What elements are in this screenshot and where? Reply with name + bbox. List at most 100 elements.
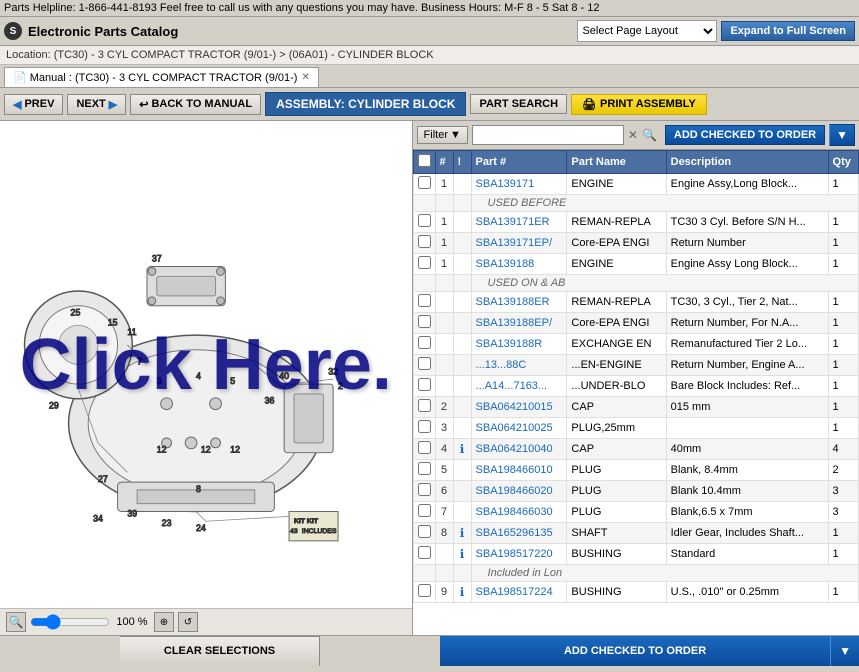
row-cb[interactable] — [413, 418, 435, 439]
row-checkbox[interactable] — [418, 546, 431, 559]
row-cb[interactable] — [413, 334, 435, 355]
part-number-link[interactable]: SBA139188EP/ — [476, 317, 552, 329]
part-search-button[interactable]: PART SEARCH — [470, 94, 567, 114]
row-checkbox[interactable] — [418, 256, 431, 269]
row-cb[interactable] — [413, 355, 435, 376]
row-part[interactable]: SBA064210040 — [471, 439, 567, 460]
row-checkbox[interactable] — [418, 462, 431, 475]
filter-search-icon[interactable]: 🔍 — [642, 128, 657, 142]
back-to-manual-button[interactable]: ↩ BACK TO MANUAL — [130, 94, 261, 115]
row-cb[interactable] — [413, 439, 435, 460]
row-cb[interactable] — [413, 233, 435, 254]
click-here-overlay[interactable]: Click Here. — [20, 324, 392, 406]
part-number-link[interactable]: SBA139188R — [476, 338, 543, 350]
row-cb[interactable] — [413, 544, 435, 565]
zoom-out-button[interactable]: 🔍 — [6, 612, 26, 632]
row-part[interactable]: SBA198517224 — [471, 582, 567, 603]
row-info[interactable]: ℹ — [453, 582, 471, 603]
info-icon[interactable]: ℹ — [460, 585, 465, 599]
parts-table-container[interactable]: # ! Part # Part Name Description Qty 1 S… — [413, 150, 859, 635]
part-number-link[interactable]: SBA198517224 — [476, 586, 553, 598]
row-cb[interactable] — [413, 212, 435, 233]
expand-fullscreen-button[interactable]: Expand to Full Screen — [721, 21, 855, 41]
zoom-reset-button[interactable]: ↺ — [178, 612, 198, 632]
info-icon[interactable]: ℹ — [460, 526, 465, 540]
row-cb[interactable] — [413, 376, 435, 397]
zoom-in-button[interactable]: ⊕ — [154, 612, 174, 632]
part-number-link[interactable]: SBA064210040 — [476, 443, 553, 455]
print-assembly-button[interactable]: 🖨 PRINT ASSEMBLY — [571, 94, 707, 115]
part-number-link[interactable]: SBA198466010 — [476, 464, 553, 476]
add-checked-dropdown-button[interactable]: ▼ — [829, 124, 855, 146]
part-number-link[interactable]: SBA198517220 — [476, 548, 553, 560]
part-number-link[interactable]: SBA198466020 — [476, 485, 553, 497]
info-icon[interactable]: ℹ — [460, 442, 465, 456]
row-checkbox[interactable] — [418, 584, 431, 597]
row-info[interactable]: ℹ — [453, 523, 471, 544]
row-checkbox[interactable] — [418, 315, 431, 328]
diagram-image[interactable]: 25 37 40 36 27 15 11 7 3 4 5 12 12 12 8 … — [0, 121, 412, 608]
row-part[interactable]: SBA139188ER — [471, 292, 567, 313]
row-checkbox[interactable] — [418, 357, 431, 370]
row-cb[interactable] — [413, 523, 435, 544]
row-part[interactable]: SBA198466010 — [471, 460, 567, 481]
clear-selections-button[interactable]: CLEAR SELECTIONS — [120, 636, 320, 666]
part-number-link[interactable]: SBA064210015 — [476, 401, 553, 413]
select-all-checkbox[interactable] — [418, 154, 431, 167]
add-order-bottom-dropdown-button[interactable]: ▼ — [830, 636, 859, 666]
row-checkbox[interactable] — [418, 176, 431, 189]
filter-button[interactable]: Filter ▼ — [417, 126, 468, 144]
filter-clear-icon[interactable]: ✕ — [628, 128, 638, 142]
row-part[interactable]: SBA198517220 — [471, 544, 567, 565]
row-part[interactable]: SBA139171ER — [471, 212, 567, 233]
part-number-link[interactable]: SBA139171EP/ — [476, 237, 552, 249]
row-cb[interactable] — [413, 481, 435, 502]
part-number-link[interactable]: ...13...88C — [476, 359, 527, 371]
row-part[interactable]: SBA139188R — [471, 334, 567, 355]
row-checkbox[interactable] — [418, 504, 431, 517]
part-number-link[interactable]: SBA064210025 — [476, 422, 553, 434]
zoom-slider[interactable] — [30, 615, 110, 629]
row-cb[interactable] — [413, 397, 435, 418]
row-part[interactable]: SBA139188 — [471, 254, 567, 275]
row-part[interactable]: SBA198466020 — [471, 481, 567, 502]
row-checkbox[interactable] — [418, 294, 431, 307]
part-number-link[interactable]: SBA139171ER — [476, 216, 550, 228]
part-number-link[interactable]: SBA139188 — [476, 258, 535, 270]
row-part[interactable]: SBA198466030 — [471, 502, 567, 523]
row-checkbox[interactable] — [418, 378, 431, 391]
filter-input[interactable] — [472, 125, 624, 145]
info-icon[interactable]: ℹ — [460, 547, 465, 561]
row-part[interactable]: SBA165296135 — [471, 523, 567, 544]
row-part[interactable]: SBA139171 — [471, 174, 567, 195]
part-number-link[interactable]: SBA165296135 — [476, 527, 553, 539]
tab-close-button[interactable]: ✕ — [301, 72, 309, 83]
part-number-link[interactable]: SBA139188ER — [476, 296, 550, 308]
row-part[interactable]: ...13...88C — [471, 355, 567, 376]
row-checkbox[interactable] — [418, 525, 431, 538]
row-cb[interactable] — [413, 174, 435, 195]
row-checkbox[interactable] — [418, 420, 431, 433]
row-cb[interactable] — [413, 502, 435, 523]
next-button[interactable]: NEXT ▶ — [67, 94, 126, 115]
part-number-link[interactable]: SBA139171 — [476, 178, 535, 190]
row-info[interactable]: ℹ — [453, 439, 471, 460]
row-part[interactable]: SBA064210015 — [471, 397, 567, 418]
row-cb[interactable] — [413, 582, 435, 603]
row-part[interactable]: SBA064210025 — [471, 418, 567, 439]
row-checkbox[interactable] — [418, 483, 431, 496]
prev-button[interactable]: ◀ PREV — [4, 94, 63, 115]
row-cb[interactable] — [413, 460, 435, 481]
row-checkbox[interactable] — [418, 336, 431, 349]
row-checkbox[interactable] — [418, 441, 431, 454]
add-to-order-bottom-button[interactable]: ADD CHECKED TO ORDER — [440, 636, 830, 666]
row-part[interactable]: ...A14...7163... — [471, 376, 567, 397]
row-info[interactable]: ℹ — [453, 544, 471, 565]
row-part[interactable]: SBA139188EP/ — [471, 313, 567, 334]
part-number-link[interactable]: ...A14...7163... — [476, 380, 548, 392]
page-layout-select[interactable]: Select Page Layout — [577, 20, 717, 42]
row-cb[interactable] — [413, 292, 435, 313]
row-checkbox[interactable] — [418, 214, 431, 227]
row-checkbox[interactable] — [418, 399, 431, 412]
row-checkbox[interactable] — [418, 235, 431, 248]
